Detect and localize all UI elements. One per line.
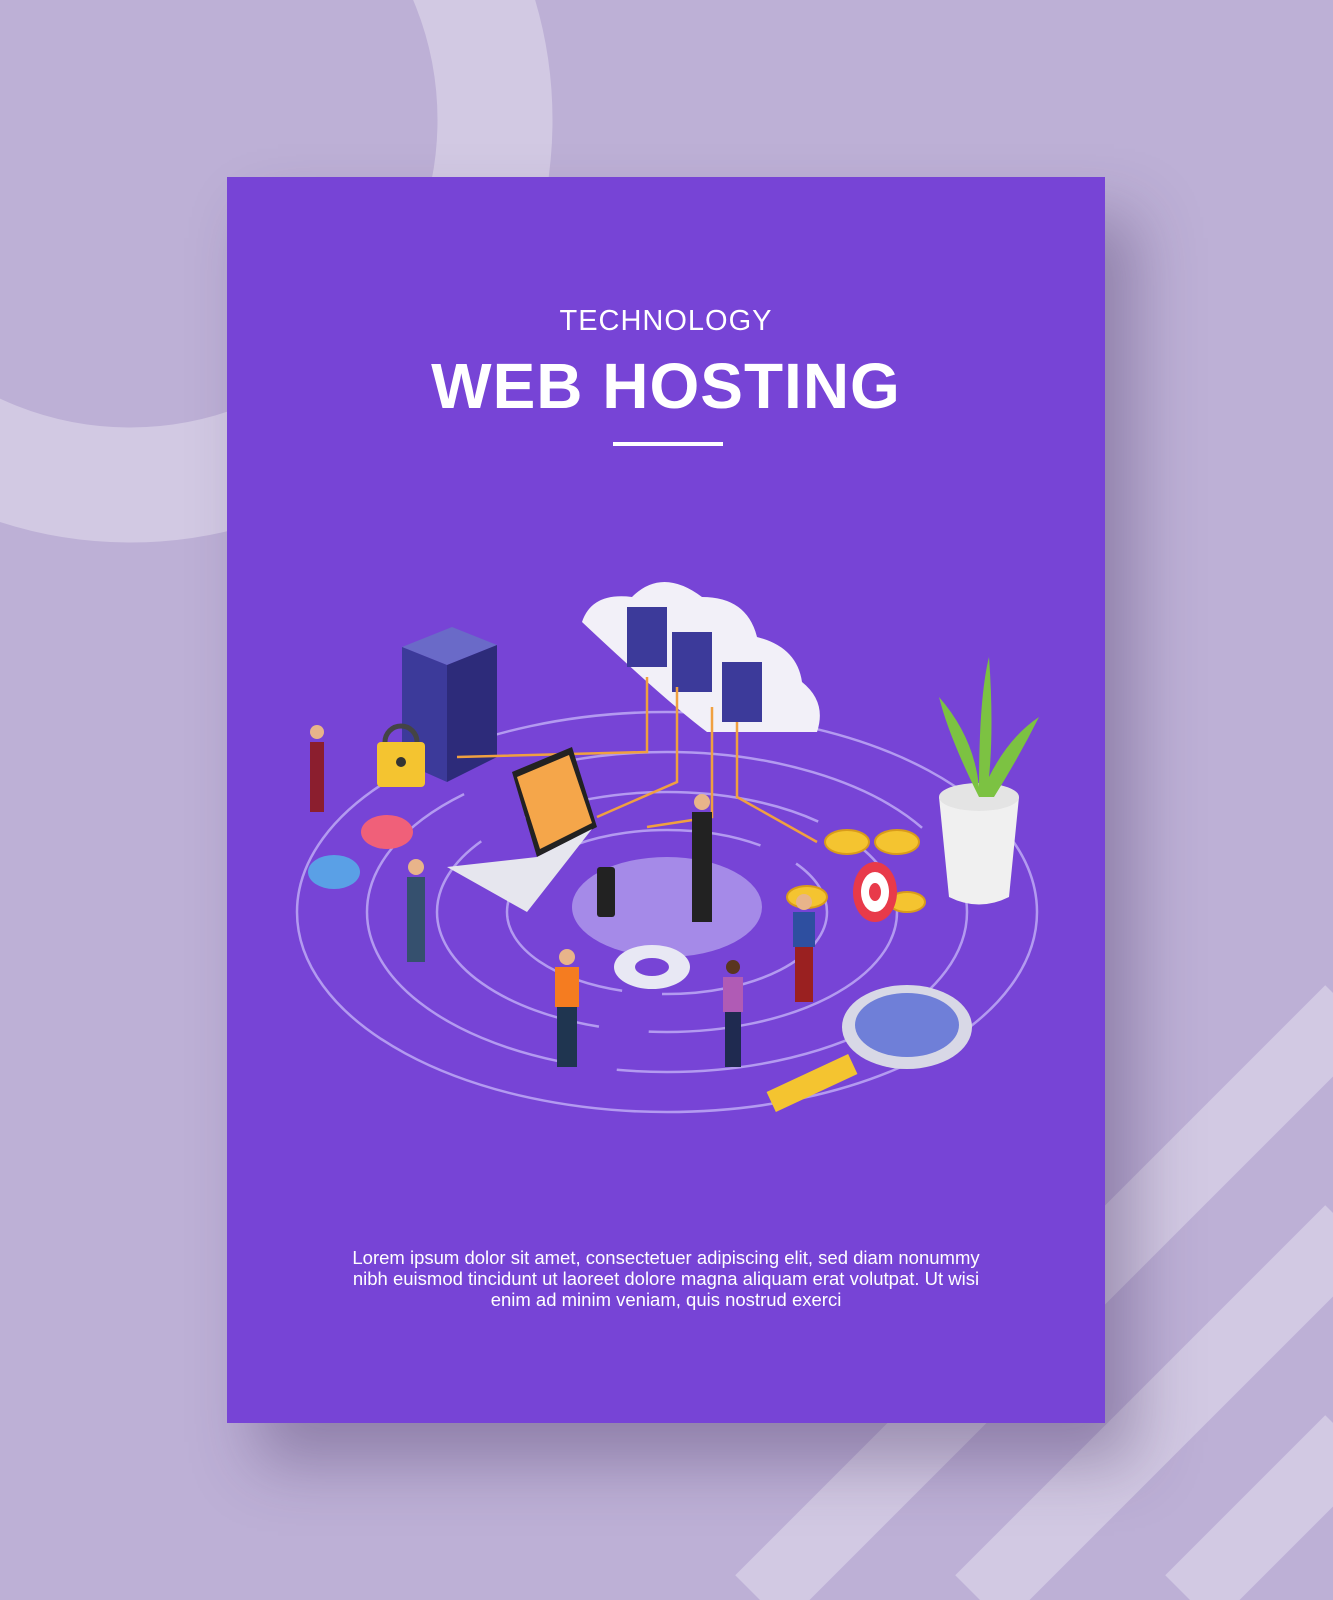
title-divider xyxy=(613,442,723,446)
poster-title: WEB HOSTING xyxy=(431,350,901,422)
plant-icon xyxy=(939,657,1039,905)
thumbs-up-badge-icon xyxy=(308,855,360,889)
smartphone-icon xyxy=(597,867,615,917)
poster: TECHNOLOGY WEB HOSTING Lorem ipsum dolor… xyxy=(227,177,1105,1423)
web-hosting-illustration xyxy=(295,582,1039,1114)
laptop-icon xyxy=(447,747,597,912)
gear-icon xyxy=(614,945,690,989)
cloud-server-icon xyxy=(582,582,820,732)
magnifying-glass-icon xyxy=(766,985,972,1112)
target-icon xyxy=(853,862,897,922)
heart-badge-icon xyxy=(361,815,413,849)
padlock-icon xyxy=(377,723,425,787)
poster-body-text: Lorem ipsum dolor sit amet, consectetuer… xyxy=(352,1247,980,1310)
poster-kicker: TECHNOLOGY xyxy=(559,305,773,337)
